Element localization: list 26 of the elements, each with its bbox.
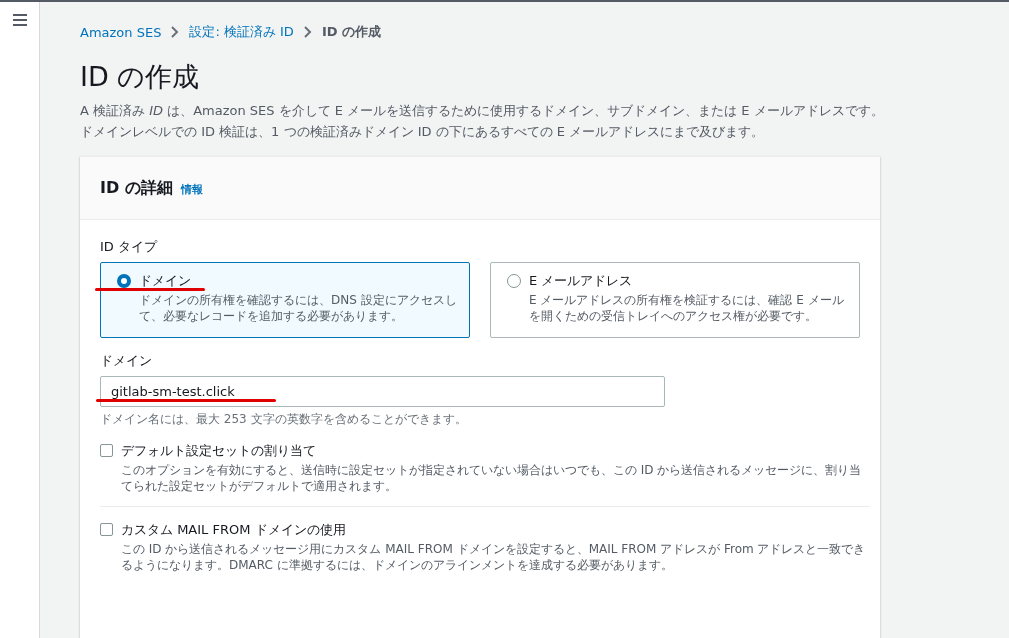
checkbox[interactable] — [100, 523, 113, 536]
info-link[interactable]: 情報 — [180, 182, 203, 197]
chevron-right-icon — [171, 26, 180, 38]
radio-button[interactable] — [507, 274, 521, 288]
radio-tile[interactable]: E メールアドレス E メールアドレスの所有権を検証するには、確認 E メールを開くための受信トレイへのアクセス権が必要です。 — [490, 262, 860, 338]
checkbox-description: このオプションを有効にすると、送信時に設定セットが指定されていない場合はいつでも、この ID から送信されるメッセージに、割り当てられた設定セットがデフォルトで適用されます。 — [121, 462, 863, 494]
domain-input[interactable]: gitlab-sm-test.click — [100, 376, 665, 407]
field-label: ドメイン — [100, 352, 153, 370]
page-title: ID の作成 — [80, 60, 201, 94]
card-title: ID の詳細 — [100, 177, 173, 199]
checkbox-label: デフォルト設定セットの割り当て — [121, 442, 317, 460]
radio-label: ドメイン — [139, 272, 192, 290]
breadcrumb-link[interactable]: Amazon SES — [80, 24, 162, 40]
checkbox-label: カスタム MAIL FROM ドメインの使用 — [121, 521, 347, 539]
radio-label: E メールアドレス — [529, 272, 634, 290]
checkbox-description: この ID から送信されるメッセージ用にカスタム MAIL FROM ドメインを設定すると、MAIL FROM アドレスが From アドレスと一致できるようになります。DMARC に準拠するには、ドメインのアラインメントを達成する必要があります。 — [121, 541, 867, 573]
field-label: ID タイプ — [100, 238, 159, 256]
menu-icon[interactable] — [12, 14, 27, 26]
page-description: A 検証済み ID は、Amazon SES を介して E メールを送信するために使用するドメイン、サブドメイン、または E メールアドレスです。ドメインレベルでの ID 検証は、1 つの検証済みドメイン ID の下にあるすべての E メールアドレスにまで及びます。 — [80, 102, 885, 141]
radio-description: ドメインの所有権を確認するには、DNS 設定にアクセスして、必要なレコードを追加する必要があります。 — [139, 292, 458, 324]
radio-button[interactable] — [117, 274, 131, 288]
radio-description: E メールアドレスの所有権を検証するには、確認 E メールを開くための受信トレイへのアクセス権が必要です。 — [529, 292, 845, 324]
breadcrumb-link[interactable]: 設定: 検証済み ID — [189, 23, 294, 41]
checkbox[interactable] — [100, 444, 113, 457]
field-hint: ドメイン名には、最大 253 文字の英数字を含めることができます。 — [100, 411, 468, 428]
chevron-right-icon — [303, 26, 312, 38]
